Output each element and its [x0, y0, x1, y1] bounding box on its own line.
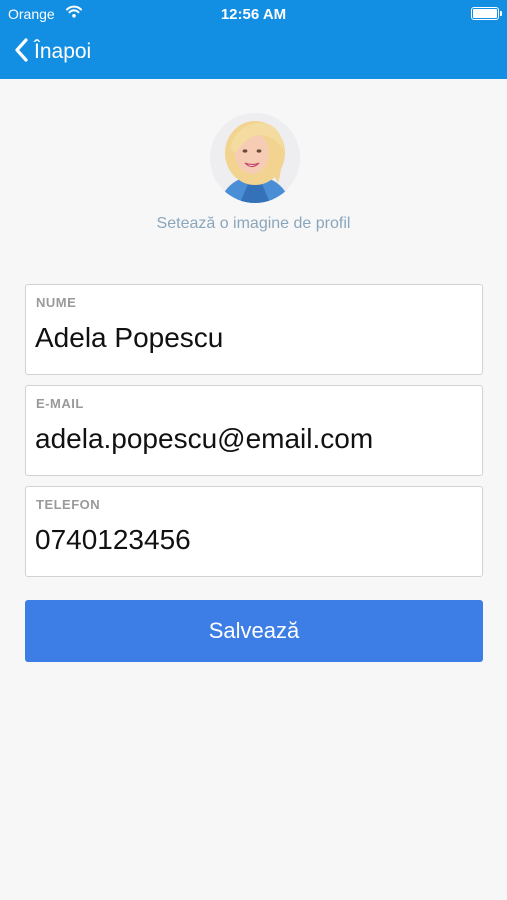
set-profile-image-link[interactable]: Setează o imagine de profil	[0, 215, 507, 233]
battery-icon	[471, 7, 502, 20]
back-button-label: Înapoi	[34, 40, 92, 63]
email-field-label: E-MAIL	[36, 396, 84, 411]
email-input[interactable]	[35, 420, 471, 458]
header-bar: Orange 12:56 AM Înapoi	[0, 0, 507, 79]
avatar[interactable]	[210, 113, 300, 203]
status-bar: Orange 12:56 AM	[0, 0, 507, 28]
phone-field[interactable]: TELEFON	[25, 486, 483, 577]
status-time: 12:56 AM	[220, 6, 287, 23]
chevron-left-icon	[14, 37, 28, 67]
email-field[interactable]: E-MAIL	[25, 385, 483, 476]
save-button[interactable]: Salvează	[25, 600, 483, 662]
back-button[interactable]: Înapoi	[14, 36, 91, 68]
name-input[interactable]	[35, 319, 471, 357]
phone-field-label: TELEFON	[36, 497, 101, 512]
name-field[interactable]: NUME	[25, 284, 483, 375]
name-field-label: NUME	[36, 295, 77, 310]
phone-input[interactable]	[35, 521, 471, 559]
